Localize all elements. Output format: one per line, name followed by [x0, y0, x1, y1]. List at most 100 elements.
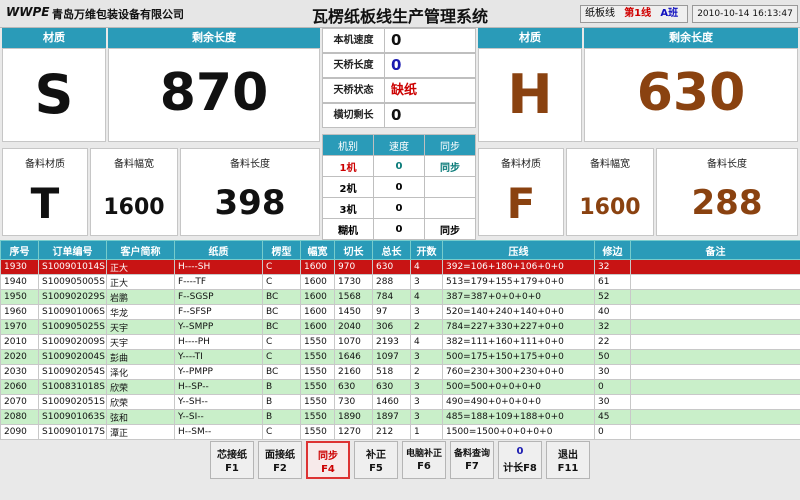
- cell-total-length: 630: [372, 259, 411, 275]
- table-row[interactable]: 2020 S100902004S 彭曲 Y----TI C 1550 1646 1097 3 50…: [0, 349, 800, 365]
- cell-order-no: S100902009S: [38, 334, 107, 350]
- table-row[interactable]: 2080 S100901063S 弦和 Y--SI-- B 1550 1890 1897 3 48…: [0, 409, 800, 425]
- cell-remark: [630, 409, 800, 425]
- bridge-length-value: 0: [391, 56, 402, 74]
- machine-row: 糊机 0 同步: [322, 218, 476, 240]
- f5-button[interactable]: 补正 F5: [354, 441, 398, 479]
- table-row[interactable]: 1930 S100901014S 正大 H----SH C 1600 970 630 4 392=…: [0, 259, 800, 275]
- table-row[interactable]: 1970 S100905025S 天宇 Y--SMPP BC 1600 2040 306 2 78…: [0, 319, 800, 335]
- order-table-header: 序号 订单编号 客户简称 纸质 楞型 幅宽 切长 总长 开数 压线 修边 备注: [0, 240, 800, 260]
- cell-ups: 2: [410, 364, 443, 380]
- left-prep-material-box: 备料材质 T: [2, 148, 88, 236]
- cell-order-no: S100905025S: [38, 319, 107, 335]
- table-row[interactable]: 2030 S100902054S 泽化 Y--PMPP BC 1550 2160 518 2 76…: [0, 364, 800, 380]
- speed-row: 本机速度 0: [322, 28, 476, 53]
- cell-flute: B: [262, 409, 301, 425]
- f1-button[interactable]: 芯接纸 F1: [210, 441, 254, 479]
- cell-customer: 岩鹏: [106, 289, 175, 305]
- f5-label: 补正: [366, 450, 386, 461]
- col-speed: 速度: [373, 134, 425, 156]
- cell-width: 1600: [300, 319, 335, 335]
- cell-ups: 3: [410, 409, 443, 425]
- cell-width: 1550: [300, 394, 335, 410]
- machine-sync: [424, 197, 476, 219]
- cell-cut-length: 2160: [334, 364, 373, 380]
- table-row[interactable]: 2060 S100831018S 欣荣 H--SP-- B 1550 630 630 3 500=…: [0, 379, 800, 395]
- col-remark: 备注: [630, 240, 800, 260]
- cell-ups: 4: [410, 259, 443, 275]
- right-prep-width-label: 备料幅宽: [590, 159, 630, 170]
- col-total-length: 总长: [372, 240, 411, 260]
- f2-button[interactable]: 面接纸 F2: [258, 441, 302, 479]
- f8-button[interactable]: 0 计长F8: [498, 441, 542, 479]
- right-remaining-value: 630: [636, 63, 746, 123]
- cell-trim: 22: [594, 334, 631, 350]
- cell-width: 1550: [300, 409, 335, 425]
- f6-button[interactable]: 电脑补正 F6: [402, 441, 446, 479]
- machine-sync: 同步: [424, 155, 476, 177]
- cell-order-no: S100902051S: [38, 394, 107, 410]
- system-title: 瓦楞纸板线生产管理系统: [312, 7, 489, 26]
- cell-scoring: 760=230+300+230+0+0: [442, 364, 595, 380]
- cell-total-length: 306: [372, 319, 411, 335]
- cell-customer: 天宇: [106, 334, 175, 350]
- cell-width: 1550: [300, 364, 335, 380]
- cell-ups: 4: [410, 334, 443, 350]
- left-material-header: 材质: [2, 28, 106, 48]
- shift-label: A班: [660, 8, 679, 19]
- cell-ups: 3: [410, 304, 443, 320]
- cell-paper: H----SH: [174, 259, 263, 275]
- cut-remaining-row: 横切剩长 0: [322, 103, 476, 128]
- bridge-state-row: 天桥状态 缺纸: [322, 78, 476, 103]
- cell-width: 1600: [300, 259, 335, 275]
- cell-trim: 52: [594, 289, 631, 305]
- cell-order-no: S100901006S: [38, 304, 107, 320]
- table-row[interactable]: 2090 S100901017S 潭正 H--SM-- C 1550 1270 212 1 150…: [0, 424, 800, 440]
- col-machine: 机别: [322, 134, 374, 156]
- cell-scoring: 500=500+0+0+0+0: [442, 379, 595, 395]
- bridge-length-label: 天桥长度: [323, 54, 385, 77]
- f7-button[interactable]: 备料查询 F7: [450, 441, 494, 479]
- table-row[interactable]: 1960 S100901006S 华龙 F--SFSP BC 1600 1450 97 3 520…: [0, 304, 800, 320]
- cell-cut-length: 1270: [334, 424, 373, 440]
- table-row[interactable]: 1950 S100902029S 岩鹏 F--SGSP BC 1600 1568 784 4 38…: [0, 289, 800, 305]
- f6-label: 电脑补正: [405, 449, 442, 459]
- left-remaining-box: 870: [108, 48, 320, 142]
- cell-total-length: 1097: [372, 349, 411, 365]
- bridge-length-row: 天桥长度 0: [322, 53, 476, 78]
- cell-paper: F----TF: [174, 274, 263, 290]
- cell-order-no: S100905005S: [38, 274, 107, 290]
- right-prep-material-label: 备料材质: [501, 159, 541, 170]
- f4-label: 同步: [318, 451, 338, 462]
- cell-remark: [630, 289, 800, 305]
- cell-customer: 欣荣: [106, 379, 175, 395]
- f4-key: F4: [321, 464, 335, 475]
- cell-width: 1600: [300, 304, 335, 320]
- f5-key: F5: [369, 463, 383, 474]
- machine-speed: 0: [373, 197, 425, 219]
- cell-seq: 1940: [0, 274, 39, 290]
- cell-ups: 2: [410, 319, 443, 335]
- cell-order-no: S100902054S: [38, 364, 107, 380]
- col-width: 幅宽: [300, 240, 335, 260]
- production-screen: WWPE 青岛万维包装设备有限公司 瓦楞纸板线生产管理系统 纸板线 第1线 A班…: [0, 0, 800, 500]
- cell-customer: 正大: [106, 274, 175, 290]
- cell-flute: BC: [262, 319, 301, 335]
- logo: WWPE: [6, 5, 50, 19]
- f2-key: F2: [273, 463, 287, 474]
- f4-sync-button[interactable]: 同步 F4: [306, 441, 350, 479]
- cell-ups: 3: [410, 274, 443, 290]
- left-prep-material-label: 备料材质: [25, 159, 65, 170]
- table-row[interactable]: 1940 S100905005S 正大 F----TF C 1600 1730 288 3 513…: [0, 274, 800, 290]
- order-table[interactable]: 序号 订单编号 客户简称 纸质 楞型 幅宽 切长 总长 开数 压线 修边 备注 …: [0, 240, 800, 440]
- cell-remark: [630, 304, 800, 320]
- table-row[interactable]: 2010 S100902009S 天宇 H----PH C 1550 1070 2193 4 38…: [0, 334, 800, 350]
- f8-key: 计长F8: [503, 463, 537, 474]
- cell-scoring: 520=140+240+140+0+0: [442, 304, 595, 320]
- cell-ups: 3: [410, 394, 443, 410]
- cell-order-no: S100901014S: [38, 259, 107, 275]
- table-row[interactable]: 2070 S100902051S 欣荣 Y--SH-- B 1550 730 1460 3 490…: [0, 394, 800, 410]
- machine-speed: 0: [373, 176, 425, 198]
- machine-name: 2机: [322, 176, 374, 198]
- f11-button[interactable]: 退出 F11: [546, 441, 590, 479]
